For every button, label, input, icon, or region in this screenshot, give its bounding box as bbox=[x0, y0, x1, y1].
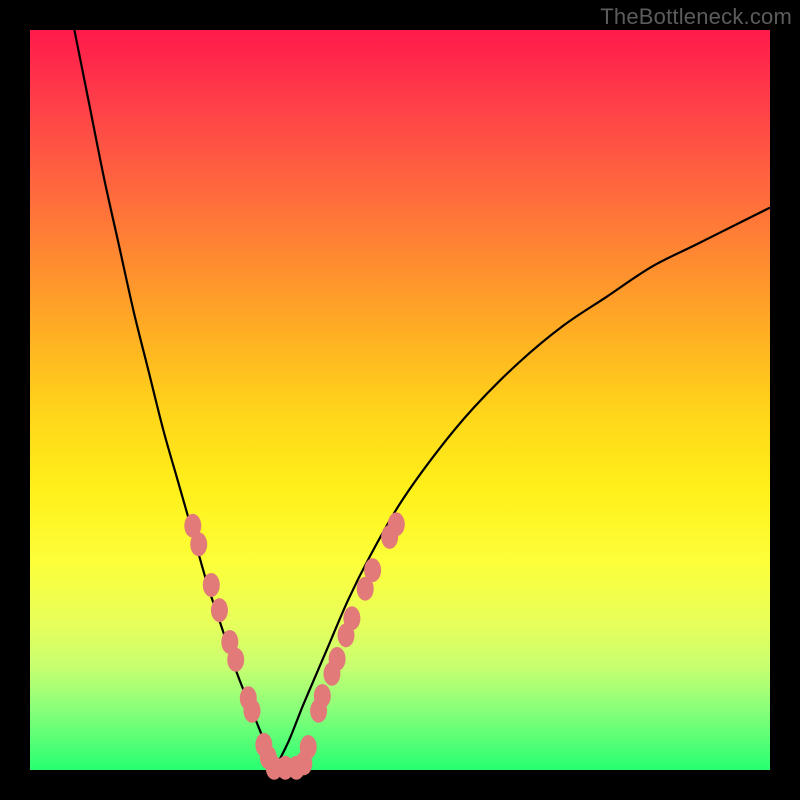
marker-dot bbox=[244, 699, 261, 723]
chart-svg bbox=[30, 30, 770, 770]
marker-dot bbox=[203, 573, 220, 597]
marker-dot bbox=[329, 647, 346, 671]
marker-dot bbox=[388, 512, 405, 536]
marker-dot bbox=[227, 648, 244, 672]
marker-dot bbox=[190, 532, 207, 556]
watermark-text: TheBottleneck.com bbox=[600, 4, 792, 30]
marker-dot bbox=[343, 606, 360, 630]
marker-dot bbox=[314, 684, 331, 708]
curve-right-branch bbox=[274, 208, 770, 770]
marker-dot bbox=[364, 558, 381, 582]
curve-left-branch bbox=[74, 30, 274, 770]
chart-frame: TheBottleneck.com bbox=[0, 0, 800, 800]
bottleneck-curve bbox=[74, 30, 770, 770]
marker-dot bbox=[300, 735, 317, 759]
marker-dot bbox=[211, 598, 228, 622]
